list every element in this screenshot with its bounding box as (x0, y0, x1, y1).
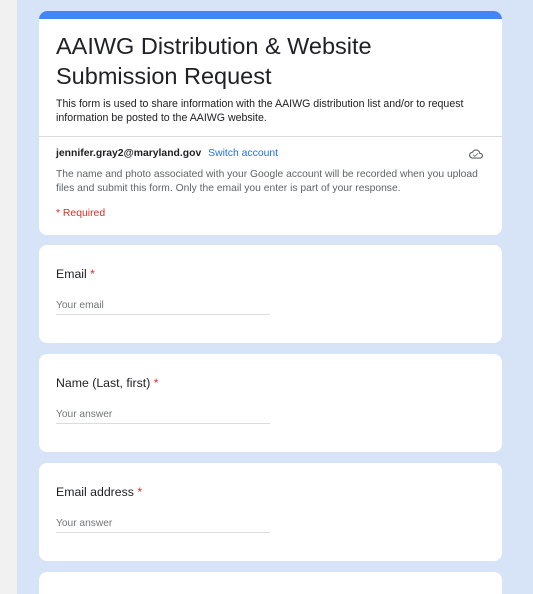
question-label-email: Email * (56, 267, 95, 281)
email-input[interactable] (56, 297, 270, 315)
question-card-email-address: Email address * (39, 463, 502, 561)
name-input[interactable] (56, 406, 270, 424)
form-header-card: AAIWG Distribution & Website Submission … (39, 11, 502, 235)
account-row: jennifer.gray2@maryland.gov Switch accou… (56, 147, 486, 161)
required-asterisk: * (137, 485, 143, 499)
required-asterisk: * (90, 267, 95, 281)
recording-notice: The name and photo associated with your … (56, 169, 478, 194)
header-accent-bar (39, 11, 502, 19)
switch-account-link[interactable]: Switch account (208, 148, 278, 159)
form-title: AAIWG Distribution & Website Submission … (56, 33, 372, 89)
cloud-save-icon (469, 147, 483, 161)
required-asterisk: * (153, 376, 159, 390)
email-address-input[interactable] (56, 515, 270, 533)
form-description: This form is used to share information w… (56, 98, 464, 124)
question-label-name: Name (Last, first) * (56, 376, 159, 390)
question-card-name: Name (Last, first) * (39, 354, 502, 452)
required-note: * Required (56, 208, 106, 219)
question-card-partial (39, 572, 502, 594)
question-card-email: Email * (39, 245, 502, 343)
question-label-email-address: Email address * (56, 485, 143, 499)
account-email: jennifer.gray2@maryland.gov (56, 148, 202, 159)
header-divider (39, 136, 502, 137)
